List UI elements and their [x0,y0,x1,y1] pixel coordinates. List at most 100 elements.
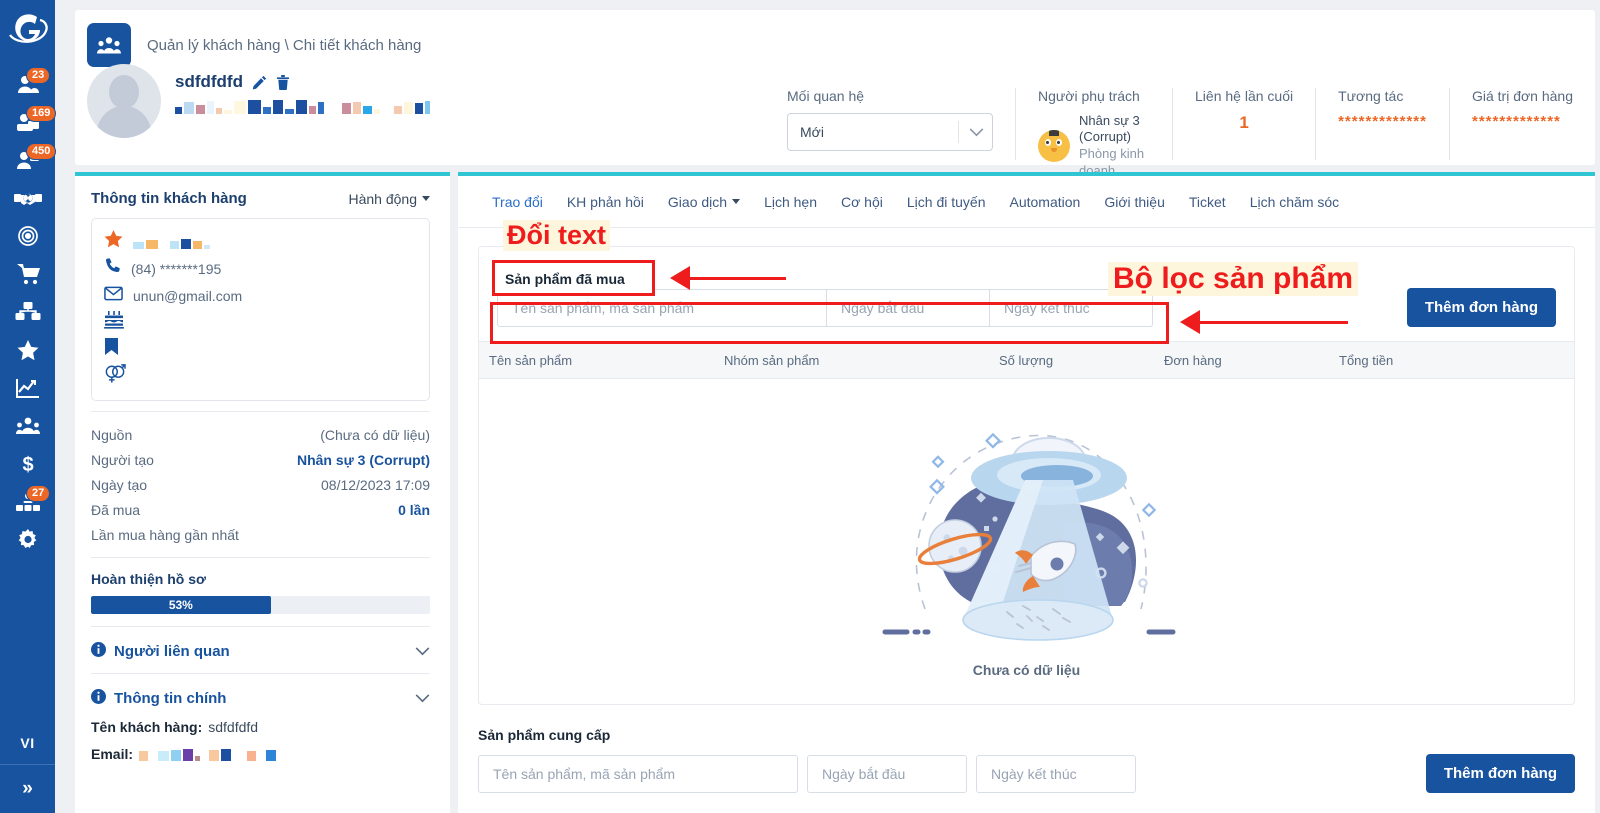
metric-order-value-label: Giá trị đơn hàng [1471,88,1573,104]
purchased-end-date-input[interactable]: Ngày kết thúc [990,288,1153,327]
tab-automation[interactable]: Automation [997,176,1092,228]
contact-tag-row [104,336,417,363]
metric-relationship: Mối quan hệ Mới [765,88,1015,160]
metric-order-value: Giá trị đơn hàng ************* [1448,88,1595,160]
birthday-cake-icon [104,311,124,334]
purchased-filter-row: Tên sản phẩm, mã sản phẩm Ngày bắt đầu N… [479,278,1574,341]
sidebar-item-leads[interactable]: 169 [0,103,57,141]
purchased-start-date-input[interactable]: Ngày bắt đầu [827,288,990,327]
sidebar-item-favorites[interactable] [0,331,55,369]
column-header: Đơn hàng [1164,352,1222,368]
contact-gender-row [104,363,417,390]
chevron-down-icon [422,196,430,201]
tab-lich-di-tuyen[interactable]: Lịch đi tuyến [895,176,998,228]
field-email-label: Email: [91,746,134,762]
detail-row: Nguồn (Chưa có dữ liệu) [91,422,430,447]
detail-row: Lần mua hàng gần nhất [91,522,430,547]
metric-last-contact-label: Liên hệ lần cuối [1195,88,1294,104]
contact-email-row[interactable]: unun@gmail.com [104,282,417,309]
sidebar-item-target[interactable] [0,217,55,255]
sidebar-badge-organization: 27 [26,485,51,502]
sidebar-item-cart[interactable] [0,255,55,293]
accordion-related-people[interactable]: Người liên quan [91,626,430,661]
detail-key: Ngày tạo [91,477,148,493]
chevron-down-icon [732,199,741,204]
sidebar-item-contacts[interactable]: 450 [0,141,57,179]
chevron-down-icon [969,127,984,137]
sidebar-item-products[interactable] [0,293,55,331]
relationship-select[interactable]: Mới [787,113,993,151]
sidebar-item-reports[interactable] [0,369,55,407]
sidebar-item-team[interactable] [0,407,55,445]
detail-value: (Chưa có dữ liệu) [320,427,430,443]
tab-lich-cham-soc[interactable]: Lịch chăm sóc [1238,176,1351,228]
ufo-rocket-illustration [882,432,1175,641]
sidebar-item-customers[interactable]: 23 [0,65,55,103]
metric-last-contact: Liên hệ lần cuối 1 [1172,88,1315,160]
pencil-icon[interactable] [252,75,267,90]
chevron-down-icon [415,694,430,703]
gender-icon [104,364,126,389]
relationship-value: Mới [800,124,824,140]
avatar [87,64,161,138]
metric-owner-label: Người phụ trách [1038,88,1140,104]
tab-co-hoi[interactable]: Cơ hội [829,176,895,228]
detail-key: Nguồn [91,427,133,443]
metric-relationship-label: Mối quan hệ [787,88,865,104]
tab-label: Lịch hẹn [764,193,817,210]
field-customer-name: Tên khách hàng: sdfdfdfd [91,708,430,735]
purchased-product-search-input[interactable]: Tên sản phẩm, mã sản phẩm [497,288,827,327]
sidebar-item-finance[interactable]: $ [0,445,55,483]
tab-label: Ticket [1188,193,1226,210]
sidebar-badge-leads: 169 [26,105,57,122]
breadcrumb-text: Quản lý khách hàng \ Chi tiết khách hàng [147,36,422,54]
supplied-end-date-input[interactable]: Ngày kết thúc [976,754,1136,793]
metric-interaction-value: ************* [1338,113,1427,130]
accordion-main-info[interactable]: Thông tin chính [91,673,430,708]
accordion-main-label: Thông tin chính [114,690,227,707]
detail-key: Lần mua hàng gần nhất [91,527,239,543]
tab-ticket[interactable]: Ticket [1177,176,1238,228]
tab-trao-doi[interactable]: Trao đổi [480,176,555,228]
tab-label: Giới thiệu [1104,193,1165,210]
sidebar-badge-contacts: 450 [26,143,57,160]
purchased-add-order-button[interactable]: Thêm đơn hàng [1406,288,1556,327]
sidebar-item-settings[interactable] [0,521,55,559]
supplied-filter-row: Tên sản phẩm, mã sản phẩm Ngày bắt đầu N… [478,754,1575,793]
tab-gioi-thieu[interactable]: Giới thiệu [1092,176,1177,228]
column-header: Số lượng [999,352,1054,368]
action-dropdown-label: Hành động [348,190,417,207]
tab-lich-hen[interactable]: Lịch hẹn [752,176,829,228]
tab-giao-dich[interactable]: Giao dịch [656,176,752,228]
purchased-section-title: Sản phẩm đã mua [497,260,617,276]
supplied-start-date-input[interactable]: Ngày bắt đầu [807,754,967,793]
sidebar-item-organization[interactable]: 27 [0,483,55,521]
language-switch[interactable]: VI [0,721,55,765]
profile-completion-fill: 53% [91,596,271,614]
action-dropdown[interactable]: Hành động [348,191,430,207]
contact-birthday-row [104,309,417,336]
company-logo[interactable] [7,8,49,55]
column-header: Tổng tiền [1339,352,1394,368]
contact-phone-row[interactable]: (84) *******195 [104,255,417,282]
header-metrics: Mối quan hệ Mới Người phụ trách Nhân sự … [765,88,1595,178]
sidebar-badge-customers: 23 [26,67,51,84]
customer-info-panel: Thông tin khách hàng Hành động (84) ****… [75,172,450,813]
contact-email: unun@gmail.com [133,287,243,304]
supplied-add-order-button[interactable]: Thêm đơn hàng [1425,754,1575,793]
phone-icon [104,257,121,280]
svg-text:$: $ [22,454,33,475]
owner-avatar [1038,130,1070,162]
profile-completion-label: 53% [168,598,193,612]
trash-icon[interactable] [276,74,290,90]
contact-phone: (84) *******195 [131,260,222,277]
sidebar-item-deals[interactable] [0,179,55,217]
profile-completion-track: 53% [91,596,430,614]
field-customer-name-value: sdfdfdfd [208,719,259,735]
supplied-product-search-input[interactable]: Tên sản phẩm, mã sản phẩm [478,754,798,793]
detail-key: Đã mua [91,502,141,518]
sidebar-collapse-toggle[interactable]: » [0,765,55,813]
detail-value: 08/12/2023 17:09 [321,477,430,493]
tab-kh-phan-hoi[interactable]: KH phản hồi [555,176,656,228]
column-header: Nhóm sản phẩm [724,352,820,368]
